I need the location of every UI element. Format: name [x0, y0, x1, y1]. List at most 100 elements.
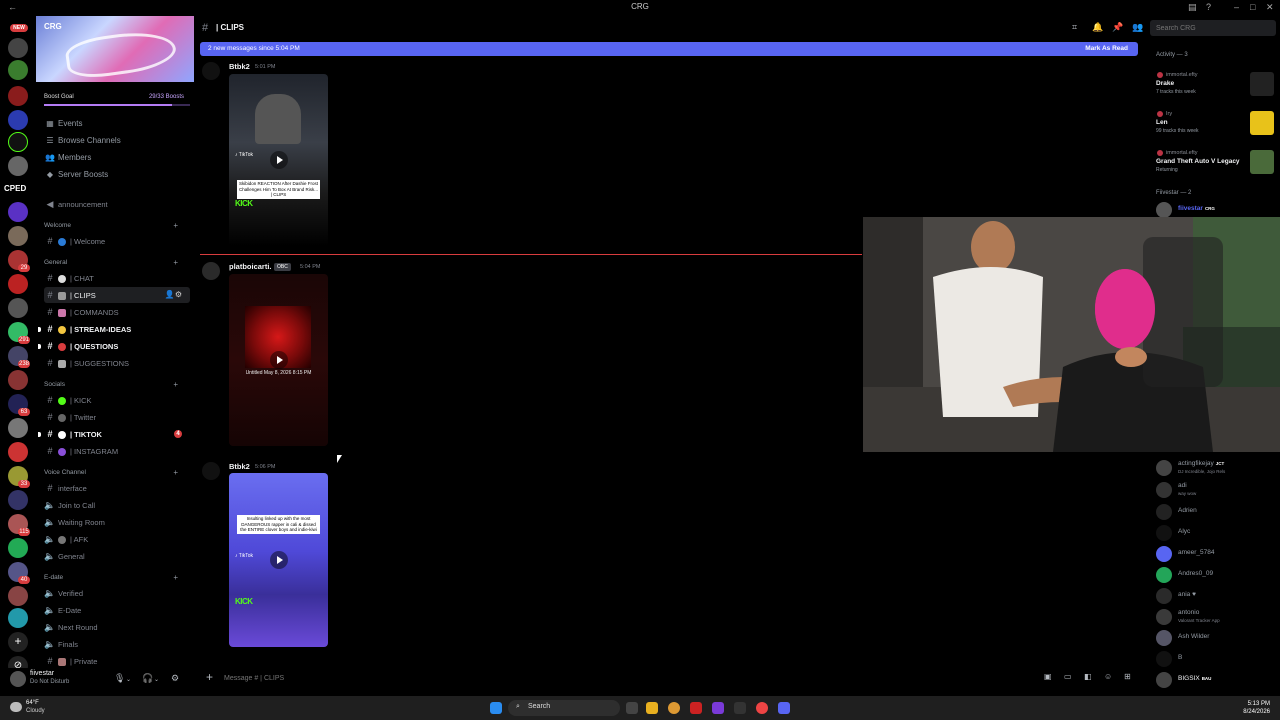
bell-icon[interactable]: 🔔 — [1092, 22, 1103, 33]
category-voice[interactable]: Voice Channel + — [44, 467, 190, 479]
server-icon[interactable] — [8, 38, 28, 58]
add-channel-icon[interactable]: + — [173, 257, 178, 269]
maximize-icon[interactable]: □ — [1250, 2, 1255, 12]
members-link[interactable]: 👥 Members — [44, 150, 190, 166]
avatar[interactable] — [202, 462, 220, 480]
gif-icon[interactable]: ▭ — [1064, 672, 1072, 681]
avatar[interactable] — [202, 262, 220, 280]
member-item[interactable]: ania ♥ — [1156, 586, 1276, 606]
minimize-icon[interactable]: – — [1234, 2, 1239, 12]
member-list-icon[interactable]: 👥 — [1132, 22, 1143, 33]
server-icon[interactable] — [8, 110, 28, 130]
video-attachment[interactable]: Untitled May 8, 2026 8:15 PM — [229, 274, 328, 446]
browser-icon[interactable] — [756, 702, 768, 714]
help-icon[interactable]: ? — [1206, 2, 1211, 12]
microphone-icon[interactable]: 🎙 — [114, 673, 125, 684]
member-item[interactable]: actingfikejay JCT DJ Incredible, Jojo Rels — [1156, 458, 1276, 478]
channel-private[interactable]: # | Private — [44, 653, 190, 669]
chevron-down-icon[interactable]: ⌄ — [154, 676, 159, 683]
channel-chat[interactable]: # | CHAT — [44, 270, 190, 286]
server-banner[interactable]: CRG — [36, 16, 194, 82]
activity-item[interactable]: immortal.efty Grand Theft Auto V Legacy … — [1156, 150, 1274, 184]
server-icon[interactable] — [8, 298, 28, 318]
add-channel-icon[interactable]: + — [173, 379, 178, 391]
kick-server-icon[interactable] — [8, 132, 28, 152]
headphones-icon[interactable]: 🎧 — [142, 673, 153, 684]
category-general[interactable]: General + — [44, 257, 190, 269]
threads-icon[interactable]: ⌗ — [1072, 22, 1077, 33]
obs-icon[interactable] — [734, 702, 746, 714]
emoji-icon[interactable]: ☺ — [1104, 672, 1112, 681]
play-icon[interactable] — [269, 351, 288, 369]
message-author[interactable]: Btbk2 — [229, 62, 250, 71]
category-socials[interactable]: Socials + — [44, 379, 190, 391]
voice-next-round[interactable]: 🔈 Next Round — [44, 619, 190, 635]
server-icon[interactable] — [8, 156, 28, 176]
channel-twitter[interactable]: # | Twitter — [44, 409, 190, 425]
channel-welcome[interactable]: # | Welcome — [44, 233, 190, 249]
server-icon[interactable] — [8, 586, 28, 606]
message-input[interactable] — [224, 671, 1024, 685]
server-icon[interactable] — [8, 538, 28, 558]
voice-finals[interactable]: 🔈 Finals — [44, 636, 190, 652]
member-item[interactable]: Ash Wilder — [1156, 628, 1276, 648]
start-icon[interactable] — [490, 702, 502, 714]
server-icon[interactable] — [8, 202, 28, 222]
mark-as-read-button[interactable]: Mark As Read — [1085, 42, 1128, 56]
file-explorer-icon[interactable] — [646, 702, 658, 714]
play-icon[interactable] — [269, 551, 288, 569]
voice-afk[interactable]: 🔈 | AFK — [44, 531, 190, 547]
server-icon[interactable] — [8, 370, 28, 390]
add-channel-icon[interactable]: + — [173, 572, 178, 584]
app-icon[interactable] — [690, 702, 702, 714]
pin-icon[interactable]: 📌 — [1112, 22, 1123, 33]
channel-clips[interactable]: # | CLIPS 👤⚙ — [44, 287, 190, 303]
activity-item[interactable]: immortal.efty Drake 7 tracks this week — [1156, 72, 1274, 106]
voice-general[interactable]: 🔈 General — [44, 548, 190, 564]
member-item[interactable]: Alyc — [1156, 523, 1276, 543]
server-icon[interactable] — [8, 86, 28, 106]
browse-channels-link[interactable]: ☰ Browse Channels — [44, 133, 190, 149]
weather-temp[interactable]: 64°F — [26, 700, 39, 706]
voice-edate[interactable]: 🔈 E-Date — [44, 602, 190, 618]
system-clock[interactable]: 5:13 PM 8/24/2026 — [1243, 700, 1270, 716]
gear-icon[interactable]: ⚙ — [171, 673, 179, 684]
apps-icon[interactable]: ⊞ — [1124, 672, 1131, 681]
play-icon[interactable] — [269, 151, 288, 169]
channel-tiktok[interactable]: # | TIKTOK 4 — [38, 426, 190, 442]
channel-commands[interactable]: # | COMMANDS — [44, 304, 190, 320]
inbox-icon[interactable]: ▤ — [1188, 2, 1197, 13]
events-link[interactable]: ▦ Events — [44, 116, 190, 132]
video-attachment[interactable]: ♪ TikTok Skibidon REACTION After Dashie … — [229, 74, 328, 246]
member-item[interactable]: Adrien — [1156, 502, 1276, 522]
server-icon[interactable] — [8, 418, 28, 438]
task-view-icon[interactable] — [626, 702, 638, 714]
message-author[interactable]: Btbk2 — [229, 462, 250, 471]
avatar[interactable] — [10, 671, 26, 687]
chrome-icon[interactable] — [668, 702, 680, 714]
channel-interface[interactable]: # interface — [44, 480, 190, 496]
category-welcome[interactable]: Welcome + — [44, 220, 190, 232]
close-icon[interactable]: ✕ — [1266, 2, 1274, 13]
member-item[interactable]: BIGSIX BAU — [1156, 670, 1276, 690]
voice-waiting-room[interactable]: 🔈 Waiting Room — [44, 514, 190, 530]
discord-icon[interactable] — [778, 702, 790, 714]
server-icon[interactable] — [8, 60, 28, 80]
channel-stream-ideas[interactable]: # | STREAM-IDEAS — [38, 321, 190, 337]
attach-plus-icon[interactable]: + — [206, 670, 213, 684]
channel-suggestions[interactable]: # | SUGGESTIONS — [44, 355, 190, 371]
member-item[interactable]: B — [1156, 649, 1276, 669]
avatar[interactable] — [202, 62, 220, 80]
channel-announcement[interactable]: ◀ announcement — [44, 196, 190, 212]
server-icon[interactable] — [8, 490, 28, 510]
search-input[interactable] — [1150, 20, 1276, 36]
server-icon[interactable] — [8, 226, 28, 246]
member-item[interactable]: ameer_5784 — [1156, 544, 1276, 564]
voice-verified[interactable]: 🔈 Verified — [44, 585, 190, 601]
server-icon[interactable] — [8, 442, 28, 462]
new-messages-bar[interactable]: 2 new messages since 5:04 PM Mark As Rea… — [200, 42, 1138, 56]
category-edate[interactable]: E-date + — [44, 572, 190, 584]
activity-item[interactable]: Iry Len 99 tracks this week — [1156, 111, 1274, 145]
server-boosts-link[interactable]: ◆ Server Boosts — [44, 167, 190, 183]
member-item[interactable]: Andres0_09 — [1156, 565, 1276, 585]
